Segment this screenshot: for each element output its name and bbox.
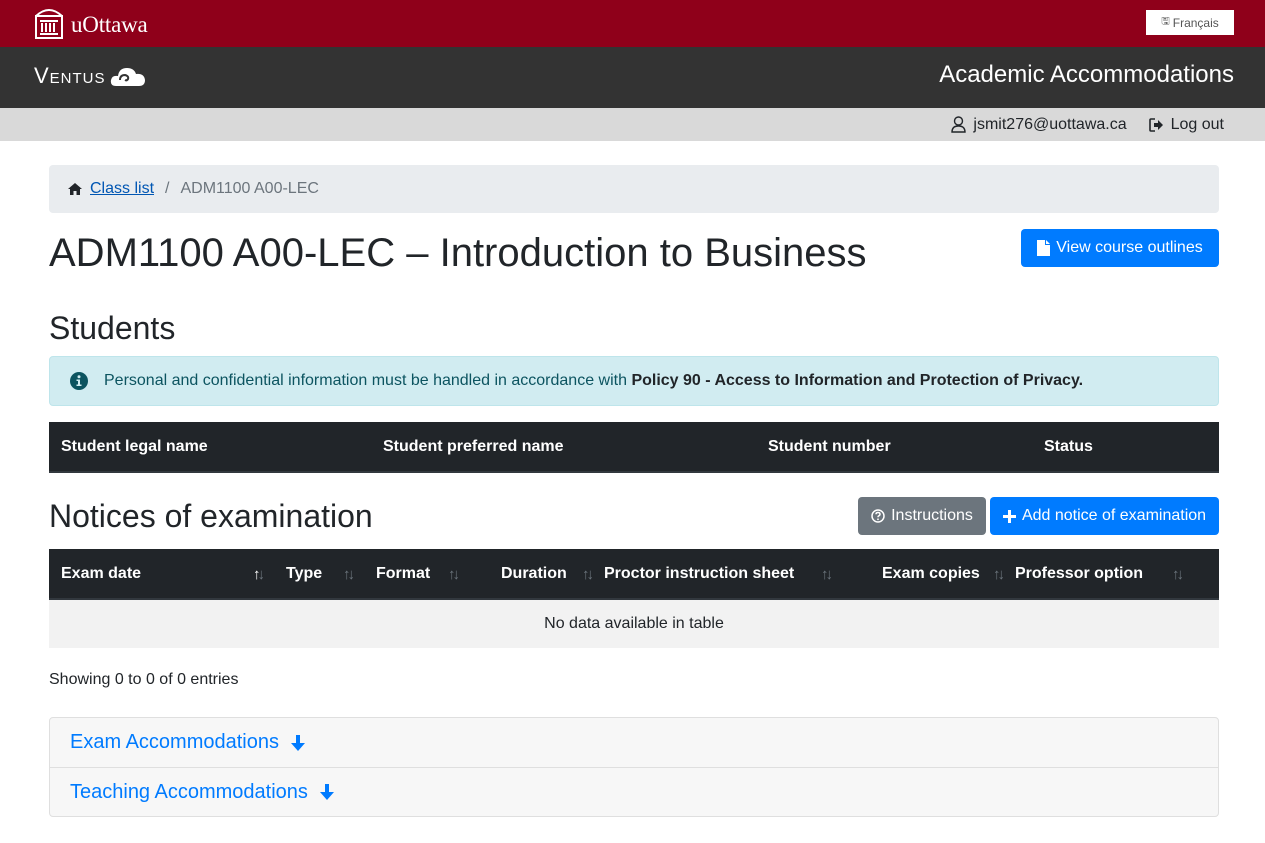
column-label: Format <box>376 564 431 582</box>
arrow-down-icon <box>289 734 307 752</box>
sort-icon: ↑↓ <box>343 566 355 583</box>
language-toggle-button[interactable]: 🖫 Français <box>1146 10 1234 35</box>
building-icon <box>35 9 63 39</box>
column-exam-date[interactable]: Exam date ↑↓ <box>49 549 274 600</box>
instructions-label: Instructions <box>891 507 973 524</box>
university-bar: uOttawa 🖫 Français <box>0 0 1265 47</box>
teaching-accommodations-label: Teaching Accommodations <box>70 780 308 803</box>
privacy-alert: Personal and confidential information mu… <box>49 356 1219 406</box>
university-name: uOttawa <box>71 11 148 37</box>
view-course-outlines-button[interactable]: View course outlines <box>1021 229 1219 267</box>
instructions-button[interactable]: Instructions <box>858 497 986 535</box>
breadcrumb-current: ADM1100 A00-LEC <box>180 180 319 197</box>
language-icon: 🖫 <box>1161 16 1170 27</box>
column-label: Professor option <box>1015 564 1144 582</box>
exam-accommodations-label: Exam Accommodations <box>70 731 279 753</box>
column-student-number[interactable]: Student number <box>756 422 1032 473</box>
home-icon <box>68 183 82 195</box>
ventus-logo[interactable]: Ventus <box>34 63 146 89</box>
sign-out-icon <box>1148 117 1163 132</box>
exam-header-row: Exam date ↑↓ Type ↑↓ Format ↑↓ Duration ↑↓ P… <box>49 549 1219 600</box>
sort-icon: ↑↓ <box>821 566 833 583</box>
sort-icon: ↑↓ <box>1172 566 1184 583</box>
add-notice-button[interactable]: Add notice of examination <box>990 497 1219 535</box>
column-label: Exam date <box>61 564 142 582</box>
teaching-accommodations-toggle[interactable]: Teaching Accommodations <box>50 767 1218 816</box>
exam-notices-table: Exam date ↑↓ Type ↑↓ Format ↑↓ Duration ↑↓ P… <box>49 549 1219 648</box>
column-format[interactable]: Format ↑↓ <box>364 549 489 600</box>
column-label: Exam copies <box>882 564 980 582</box>
logout-label: Log out <box>1170 115 1224 133</box>
column-type[interactable]: Type ↑↓ <box>274 549 364 600</box>
user-email: jsmit276@uottawa.ca <box>973 115 1127 133</box>
alert-message: Personal and confidential information mu… <box>104 372 1083 390</box>
breadcrumb-class-list-link[interactable]: Class list <box>90 180 154 198</box>
column-duration[interactable]: Duration ↑↓ <box>489 549 594 600</box>
breadcrumb-separator: / <box>165 180 170 197</box>
cloud-icon <box>110 68 145 86</box>
app-title: Academic Accommodations <box>939 61 1234 88</box>
alert-text: Personal and confidential information mu… <box>104 372 632 389</box>
column-proctor-instruction-sheet[interactable]: Proctor instruction sheet ↑↓ <box>592 549 870 600</box>
user-account[interactable]: jsmit276@uottawa.ca <box>951 115 1127 134</box>
table-info: Showing 0 to 0 of 0 entries <box>49 671 239 688</box>
add-notice-label: Add notice of examination <box>1021 507 1207 524</box>
question-circle-icon <box>871 509 885 523</box>
column-exam-copies[interactable]: Exam copies ↑↓ <box>870 549 1005 600</box>
sort-icon: ↑↓ <box>448 566 460 583</box>
sort-icon: ↑↓ <box>993 566 1005 583</box>
column-label: Type <box>286 564 323 582</box>
breadcrumb: Class list / ADM1100 A00-LEC <box>49 165 1219 213</box>
policy-name: Policy 90 - Access to Information and Pr… <box>631 372 1084 389</box>
user-icon <box>951 116 967 133</box>
logout-link[interactable]: Log out <box>1148 115 1224 134</box>
students-table: Student legal name Student preferred nam… <box>49 422 1219 473</box>
column-label: Duration <box>501 564 567 582</box>
view-course-outlines-label: View course outlines <box>1056 239 1203 256</box>
plus-icon <box>1002 509 1016 523</box>
app-bar: Ventus Academic Accommodations <box>0 47 1265 108</box>
ventus-logo-text: Ventus <box>34 63 106 88</box>
students-header-row: Student legal name Student preferred nam… <box>49 422 1219 473</box>
empty-table-row: No data available in table <box>49 599 1219 648</box>
uottawa-logo[interactable]: uOttawa <box>34 6 148 39</box>
user-bar: jsmit276@uottawa.ca Log out <box>0 108 1265 141</box>
arrow-down-icon <box>318 783 336 801</box>
file-icon <box>1037 240 1051 256</box>
sort-icon: ↑↓ <box>582 566 594 583</box>
column-status[interactable]: Status <box>1032 422 1219 473</box>
info-circle-icon <box>70 372 88 390</box>
column-label: Proctor instruction sheet <box>604 564 795 582</box>
students-heading: Students <box>49 310 176 346</box>
column-student-legal-name[interactable]: Student legal name <box>49 422 371 473</box>
language-label: Français <box>1172 15 1219 30</box>
column-student-preferred-name[interactable]: Student preferred name <box>371 422 756 473</box>
sort-icon: ↑↓ <box>253 566 265 583</box>
exam-accommodations-toggle[interactable]: Exam Accommodations <box>50 718 1218 767</box>
column-professor-option[interactable]: Professor option ↑↓ <box>1003 549 1219 600</box>
empty-table-message: No data available in table <box>49 599 1219 648</box>
accommodations-accordion: Exam Accommodations Teaching Accommodati… <box>49 717 1219 817</box>
